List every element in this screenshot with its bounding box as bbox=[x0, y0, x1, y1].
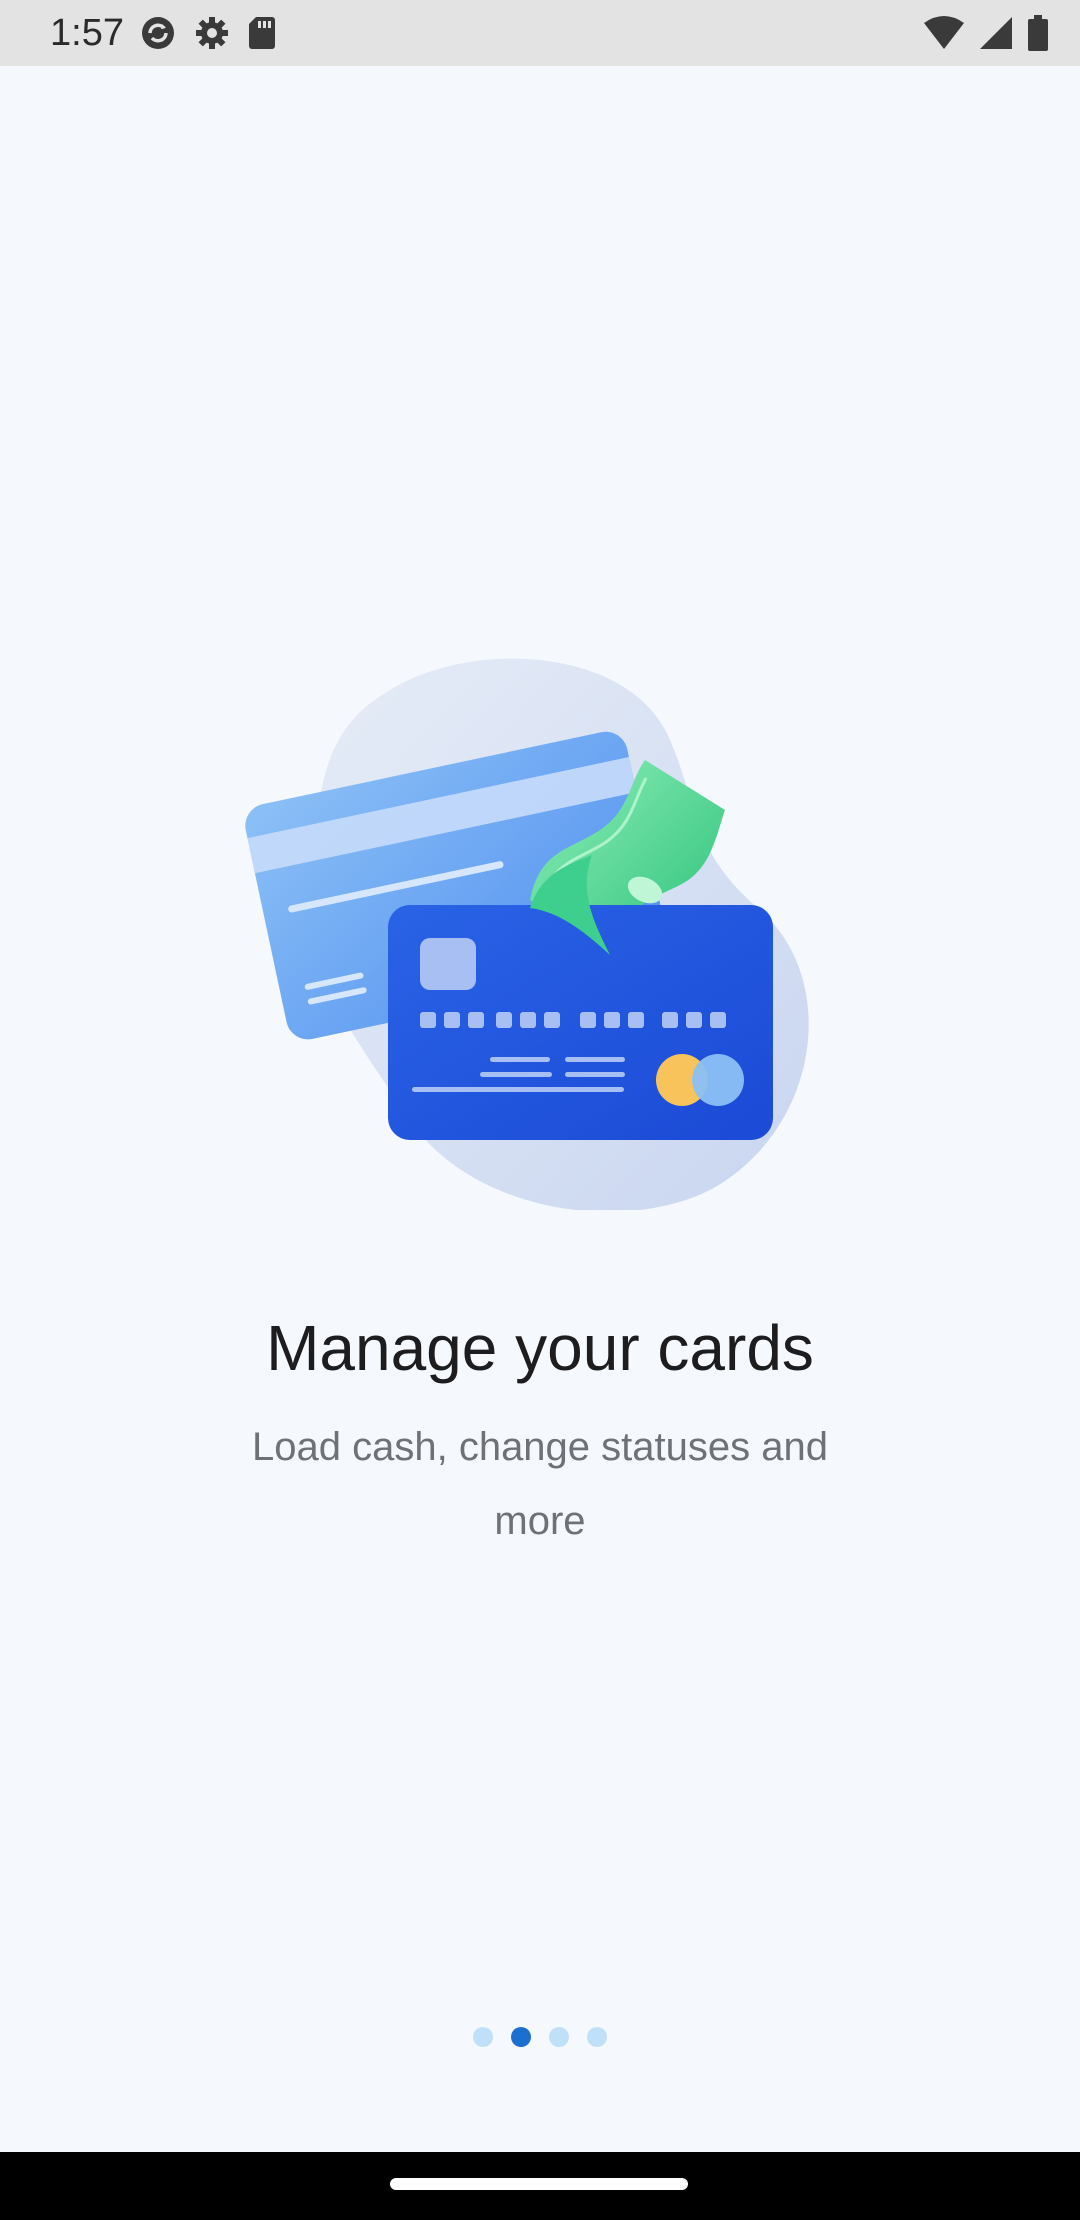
card-chip bbox=[420, 938, 476, 990]
page-dot-3[interactable] bbox=[549, 2027, 569, 2047]
page-dot-1[interactable] bbox=[473, 2027, 493, 2047]
onboarding-screen[interactable]: 1:57 Manage your cards Load cash, change… bbox=[0, 0, 1080, 2220]
onboarding-subtitle: Load cash, change statuses and more bbox=[252, 1425, 828, 1543]
wifi-icon bbox=[924, 16, 964, 49]
onboarding-title: Manage your cards bbox=[266, 1312, 814, 1384]
status-left-icons bbox=[138, 12, 278, 54]
credit-cards-with-cash-illustration bbox=[245, 658, 809, 1210]
gear-icon bbox=[196, 17, 228, 49]
front-card bbox=[388, 905, 773, 1140]
sync-icon bbox=[142, 17, 174, 49]
sd-card-icon bbox=[249, 17, 275, 49]
status-right-icons bbox=[922, 12, 1050, 54]
home-indicator[interactable] bbox=[390, 2178, 688, 2190]
page-dot-4[interactable] bbox=[587, 2027, 607, 2047]
status-time: 1:57 bbox=[50, 12, 124, 54]
status-bar: 1:57 bbox=[0, 0, 1080, 66]
page-indicator[interactable] bbox=[0, 2027, 1080, 2047]
navigation-bar bbox=[0, 2152, 1080, 2220]
cellular-signal-icon bbox=[980, 17, 1012, 49]
card-brand-circle-blue bbox=[692, 1054, 744, 1106]
page-dot-2-active[interactable] bbox=[511, 2027, 531, 2047]
battery-icon bbox=[1028, 15, 1048, 51]
